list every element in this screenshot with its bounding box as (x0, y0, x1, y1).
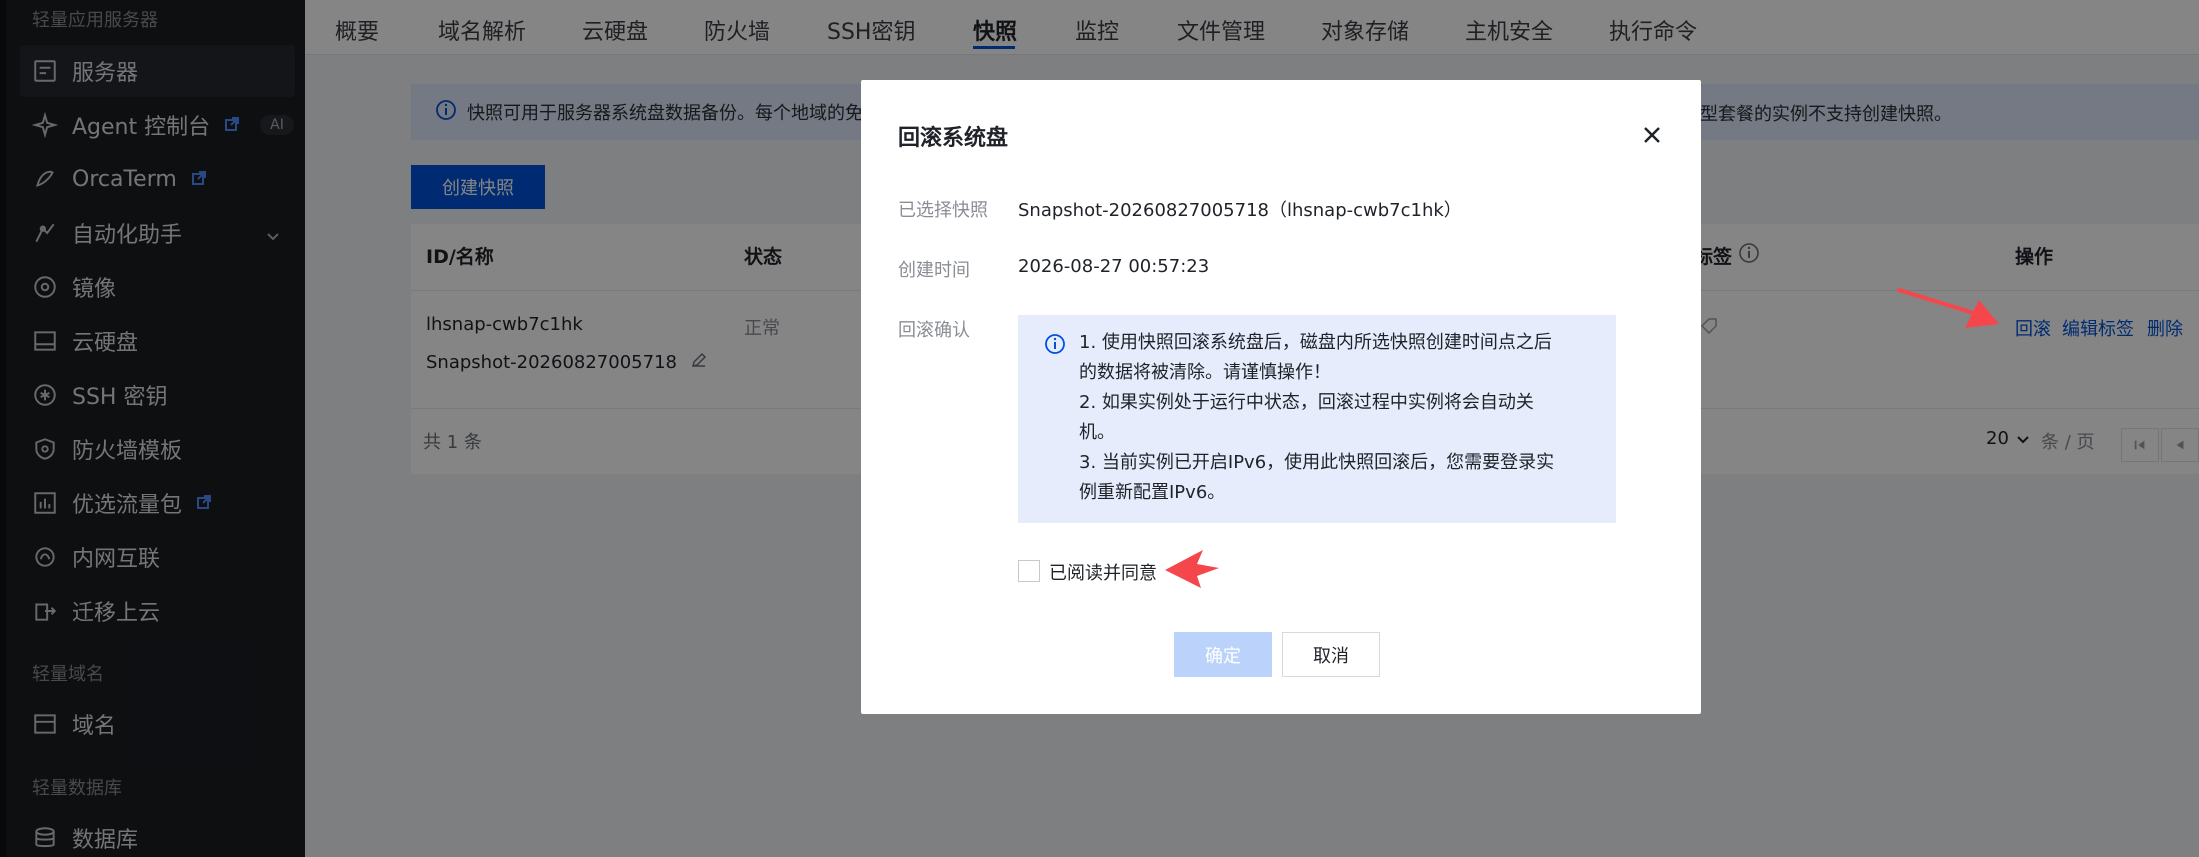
selected-snapshot-value: Snapshot-20260827005718（lhsnap-cwb7c1hk） (1018, 200, 1462, 221)
dialog-title: 回滚系统盘 (898, 126, 1009, 151)
agree-checkbox[interactable] (1018, 560, 1040, 582)
created-time-value: 2026-08-27 00:57:23 (1018, 256, 1210, 277)
rollback-dialog: 回滚系统盘 已选择快照 Snapshot-20260827005718（lhsn… (861, 80, 1701, 714)
info-icon (1044, 333, 1066, 359)
notice-line: 例重新配置IPv6。 (1079, 482, 1226, 503)
rollback-warning-notice: 1. 使用快照回滚系统盘后，磁盘内所选快照创建时间点之后 的数据将被清除。请谨慎… (1018, 315, 1616, 523)
cancel-button[interactable]: 取消 (1282, 632, 1380, 677)
created-time-label: 创建时间 (898, 260, 970, 281)
notice-text: 1. 使用快照回滚系统盘后，磁盘内所选快照创建时间点之后 的数据将被清除。请谨慎… (1079, 328, 1599, 508)
agree-checkbox-label[interactable]: 已阅读并同意 (1049, 559, 1157, 585)
close-icon[interactable] (1641, 124, 1665, 148)
annotation-arrow-icon (1897, 288, 1999, 328)
notice-line: 2. 如果实例处于运行中状态，回滚过程中实例将会自动关 (1079, 392, 1534, 413)
selected-snapshot-label: 已选择快照 (898, 200, 988, 221)
notice-line: 的数据将被清除。请谨慎操作！ (1079, 362, 1331, 383)
notice-line: 3. 当前实例已开启IPv6，使用此快照回滚后，您需要登录实 (1079, 452, 1555, 473)
annotation-arrow-icon (1165, 550, 1219, 588)
rollback-confirm-label: 回滚确认 (898, 320, 970, 341)
notice-line: 机。 (1079, 422, 1115, 443)
notice-line: 1. 使用快照回滚系统盘后，磁盘内所选快照创建时间点之后 (1079, 332, 1552, 353)
confirm-button[interactable]: 确定 (1174, 632, 1272, 677)
